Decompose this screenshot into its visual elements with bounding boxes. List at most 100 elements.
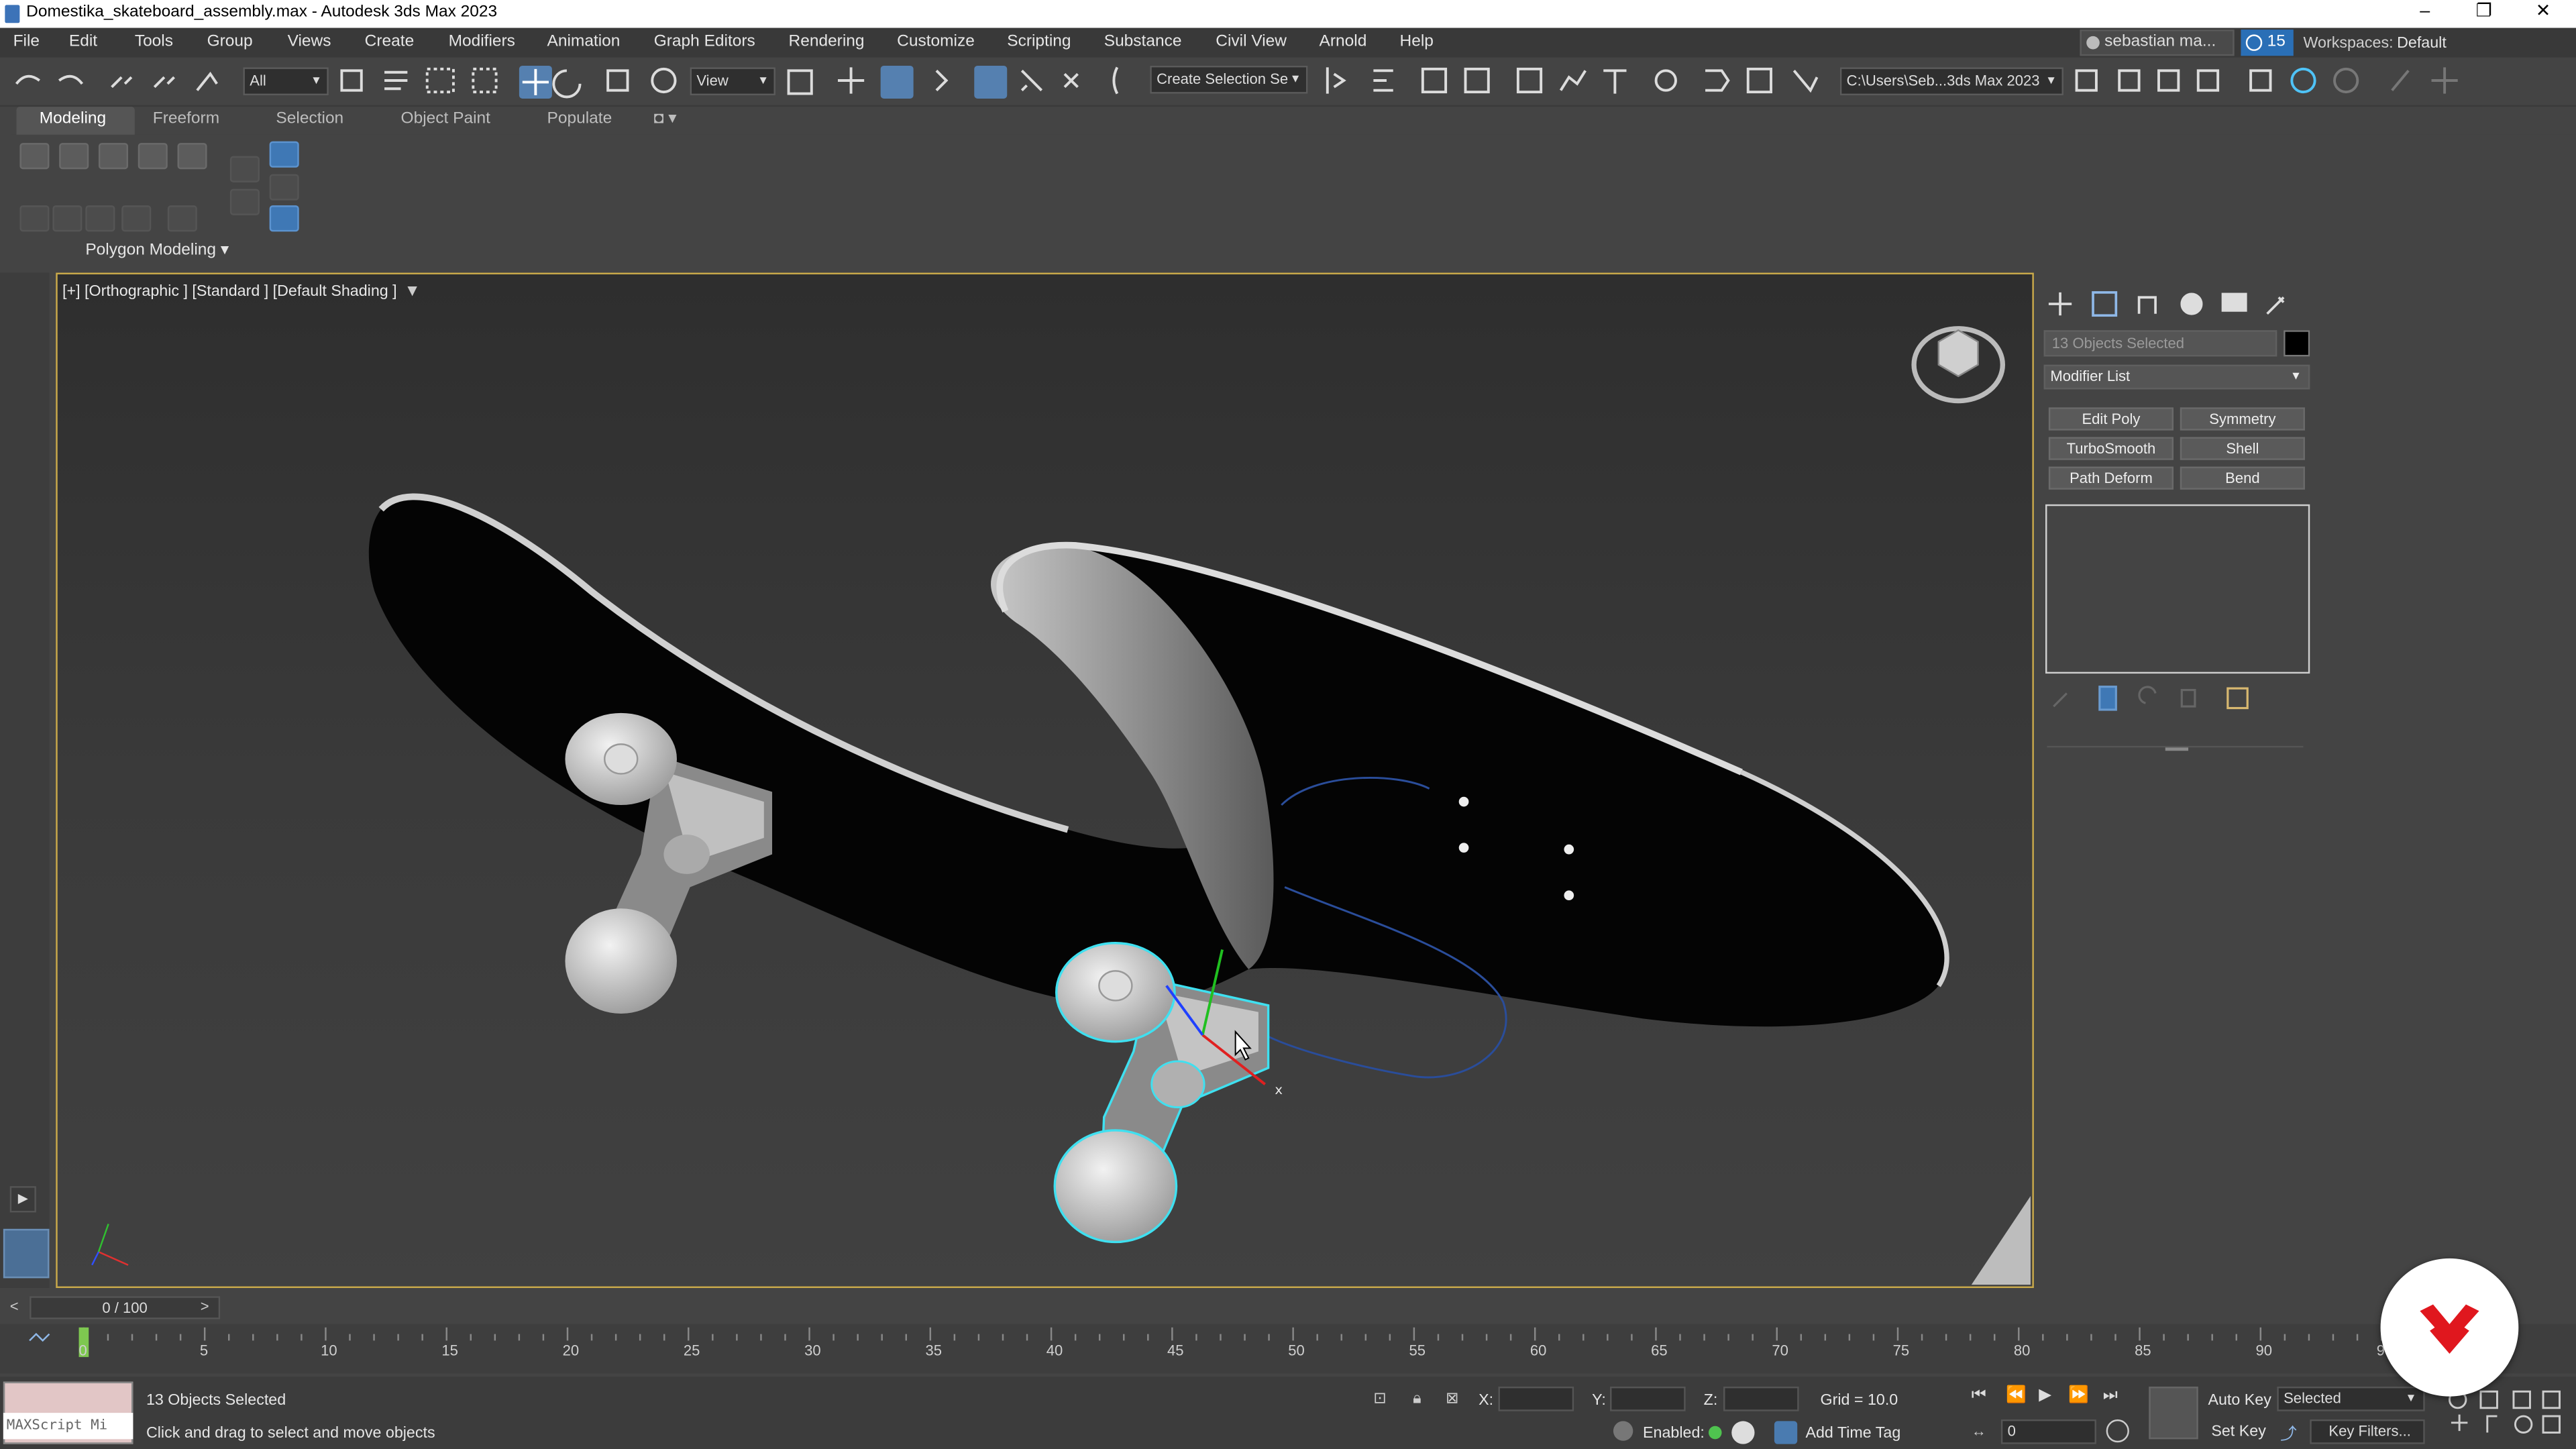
set-key-button[interactable]: Set Key: [2211, 1423, 2266, 1441]
tab-populate[interactable]: Populate: [547, 110, 612, 128]
menu-tools[interactable]: Tools: [135, 33, 173, 51]
adaptive-degradation-icon[interactable]: [1613, 1421, 1633, 1441]
y-label: Y:: [1592, 1391, 1606, 1410]
prev-frame-icon[interactable]: <: [10, 1298, 19, 1314]
enabled-indicator-icon[interactable]: [1708, 1426, 1722, 1440]
pin-stack-button[interactable]: [269, 205, 299, 232]
edge-mode-button[interactable]: [59, 143, 89, 170]
element-mode-button[interactable]: [177, 143, 207, 170]
modifier-stack[interactable]: [2045, 504, 2310, 674]
frame-tick-label: 70: [1772, 1342, 1788, 1359]
viewport-layout-button[interactable]: [3, 1228, 50, 1279]
path-deform-button[interactable]: Path Deform: [2048, 466, 2174, 490]
panel-resize-handle-icon[interactable]: [2165, 747, 2189, 751]
truck-right-selected: [1053, 942, 1270, 1244]
quickslice-button[interactable]: [167, 205, 197, 232]
menu-edit[interactable]: Edit: [69, 33, 97, 51]
close-button[interactable]: ✕: [2514, 0, 2573, 28]
menu-help[interactable]: Help: [1400, 33, 1434, 51]
modify-mode-button[interactable]: [269, 141, 299, 168]
reference-coordinate-dropdown[interactable]: View ▼: [690, 67, 775, 96]
render-production-icon: [1792, 70, 1819, 93]
object-color-swatch[interactable]: [2284, 330, 2310, 357]
isolate-icon[interactable]: ⊡: [1373, 1390, 1387, 1408]
command-panel-tabs: [2048, 291, 2285, 317]
menu-civil-view[interactable]: Civil View: [1216, 33, 1287, 51]
detach-button[interactable]: [121, 205, 152, 232]
current-frame-field[interactable]: 0: [2000, 1419, 2096, 1444]
menu-customize[interactable]: Customize: [897, 33, 975, 51]
shaded-face-button[interactable]: [229, 189, 260, 215]
go-to-end-icon[interactable]: ⏭: [2103, 1387, 2118, 1405]
undo-icon: [15, 74, 40, 85]
user-icon: [2086, 36, 2100, 50]
next-frame-icon[interactable]: >: [201, 1298, 209, 1314]
attach-button[interactable]: [52, 205, 83, 232]
user-account-button[interactable]: sebastian ma...: [2080, 30, 2235, 56]
menu-substance[interactable]: Substance: [1104, 33, 1182, 51]
border-mode-button[interactable]: [98, 143, 129, 170]
menu-arnold[interactable]: Arnold: [1320, 33, 1367, 51]
preserve-uvs-button[interactable]: [19, 205, 50, 232]
polygon-mode-button[interactable]: [138, 143, 168, 170]
time-tag-toggle-icon[interactable]: [1731, 1421, 1755, 1444]
menu-scripting[interactable]: Scripting: [1007, 33, 1071, 51]
z-coordinate-field[interactable]: [1723, 1386, 1799, 1411]
selection-filter-dropdown[interactable]: All ▼: [243, 67, 329, 96]
collapse-button[interactable]: [85, 205, 115, 232]
named-selection-sets-dropdown[interactable]: Create Selection Se ▼: [1150, 65, 1308, 94]
set-key-large-button[interactable]: [2149, 1386, 2198, 1440]
turbosmooth-button[interactable]: TurboSmooth: [2048, 437, 2174, 460]
modifier-list-dropdown[interactable]: Modifier List ▼: [2043, 364, 2310, 390]
tab-freeform[interactable]: Freeform: [153, 110, 219, 128]
project-path-dropdown[interactable]: C:\Users\Seb...3ds Max 2023 ▼: [1839, 67, 2063, 96]
go-to-start-icon[interactable]: ⏮: [1972, 1387, 1986, 1405]
link-icon: [111, 76, 133, 89]
tab-modeling[interactable]: Modeling: [40, 110, 106, 128]
edit-poly-button[interactable]: Edit Poly: [2048, 407, 2174, 431]
absolute-mode-icon[interactable]: ⊠: [1446, 1390, 1459, 1408]
menu-group[interactable]: Group: [207, 33, 253, 51]
menu-views[interactable]: Views: [288, 33, 331, 51]
menu-rendering[interactable]: Rendering: [789, 33, 865, 51]
tab-object-paint[interactable]: Object Paint: [401, 110, 490, 128]
key-mode-toggle-icon[interactable]: ↔: [1972, 1423, 1986, 1439]
bend-button[interactable]: Bend: [2180, 466, 2305, 490]
shell-button[interactable]: Shell: [2180, 437, 2305, 460]
lock-selection-icon[interactable]: 🔒︎: [1413, 1390, 1421, 1408]
menu-create[interactable]: Create: [365, 33, 415, 51]
tab-selection[interactable]: Selection: [276, 110, 343, 128]
auto-key-button[interactable]: Auto Key: [2208, 1391, 2271, 1409]
repeat-last-button[interactable]: [229, 156, 260, 182]
previous-frame-icon[interactable]: ⏪: [2006, 1387, 2026, 1405]
x-coordinate-field[interactable]: [1498, 1386, 1574, 1411]
set-key-filters-icon[interactable]: ⤴: [2280, 1419, 2303, 1444]
notification-count: 15: [2267, 32, 2286, 51]
maxscript-mini-listener-input[interactable]: MAXScript Mi: [3, 1413, 133, 1440]
menu-graph-editors[interactable]: Graph Editors: [654, 33, 755, 51]
add-time-tag-button[interactable]: Add Time Tag: [1805, 1424, 1900, 1442]
symmetry-button[interactable]: Symmetry: [2180, 407, 2305, 431]
menu-animation[interactable]: Animation: [547, 33, 621, 51]
minimize-button[interactable]: –: [2396, 0, 2455, 28]
workspace-dropdown[interactable]: Default: [2397, 34, 2447, 52]
play-icon[interactable]: ▶: [2039, 1387, 2051, 1405]
polygon-modeling-dropdown[interactable]: Polygon Modeling ▾: [85, 241, 229, 260]
time-configuration-icon[interactable]: [2106, 1419, 2129, 1443]
keyboard-shortcut-override-button[interactable]: [880, 65, 914, 99]
ribbon-options-icon[interactable]: ◘ ▾: [654, 110, 677, 128]
vertex-mode-button[interactable]: [19, 143, 50, 170]
add-time-tag-icon[interactable]: [1774, 1421, 1798, 1444]
show-end-result-button[interactable]: [269, 174, 299, 201]
y-coordinate-field[interactable]: [1610, 1386, 1686, 1411]
expand-layout-tab-icon[interactable]: ▶: [9, 1186, 36, 1213]
object-name-field[interactable]: 13 Objects Selected: [2043, 330, 2277, 357]
time-slider[interactable]: 0 / 100: [30, 1296, 221, 1320]
key-filters-button[interactable]: Key Filters...: [2310, 1419, 2425, 1444]
angle-snap-button[interactable]: [974, 65, 1008, 99]
next-frame-icon[interactable]: ⏩: [2068, 1387, 2088, 1405]
notifications-button[interactable]: 15: [2241, 30, 2294, 56]
restore-button[interactable]: ❐: [2455, 0, 2514, 28]
menu-modifiers[interactable]: Modifiers: [449, 33, 515, 51]
menu-file[interactable]: File: [13, 33, 40, 51]
